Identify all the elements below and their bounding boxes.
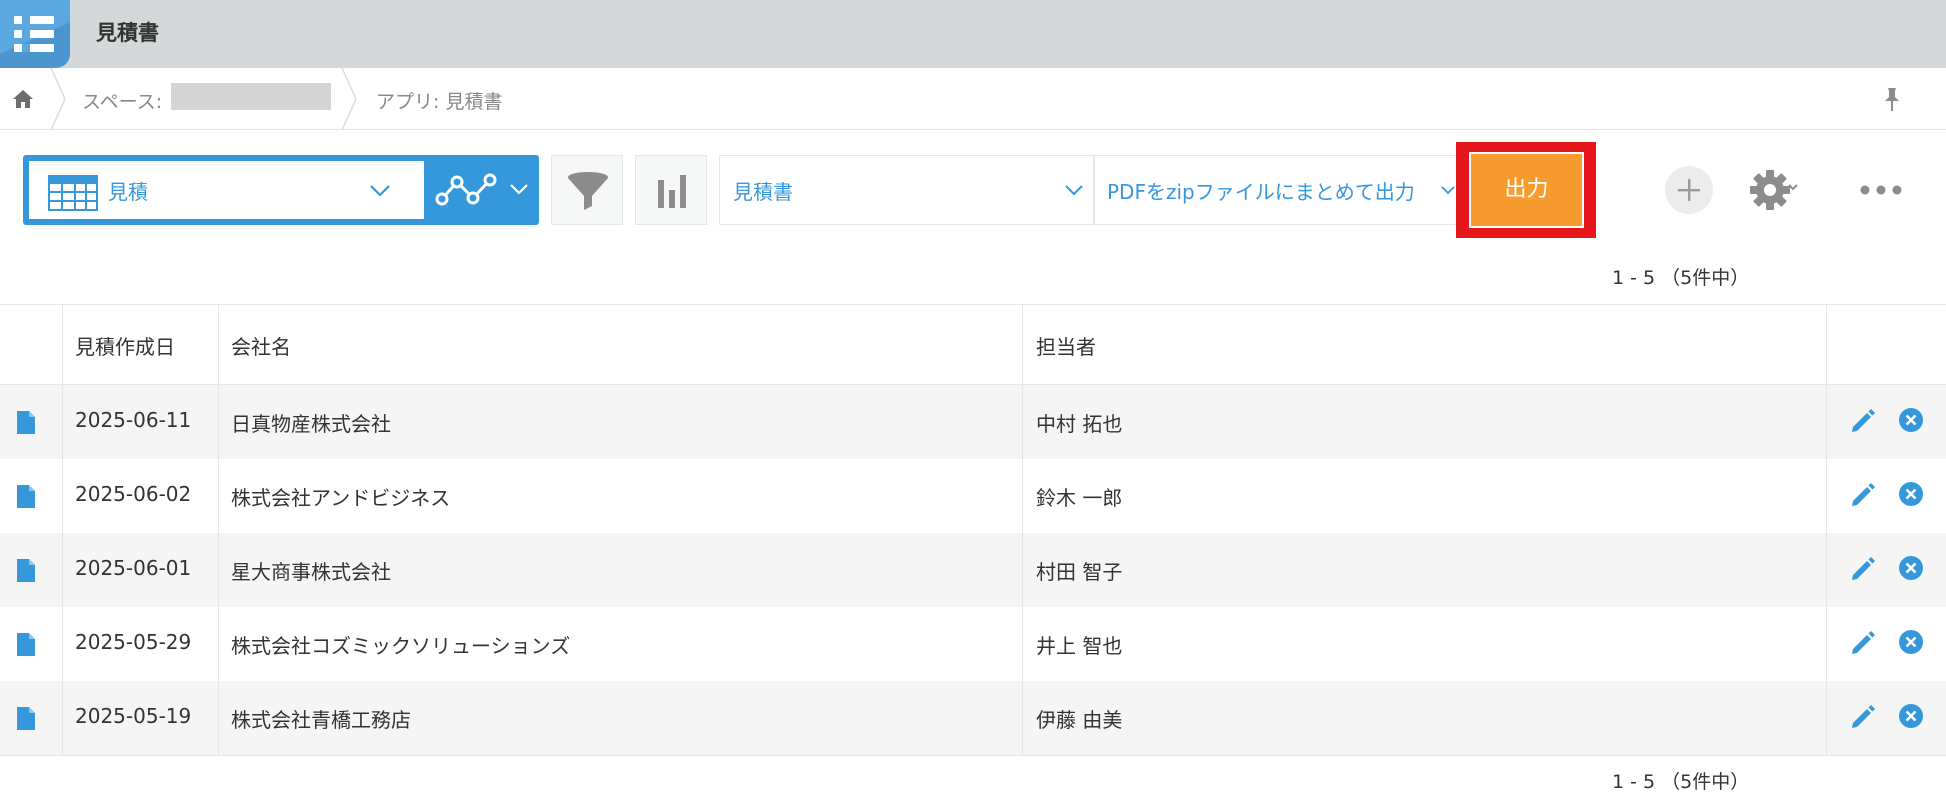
home-icon[interactable] xyxy=(12,88,34,110)
output-action-select[interactable]: PDFをzipファイルにまとめて出力 xyxy=(1094,155,1466,225)
more-icon[interactable] xyxy=(1858,178,1904,202)
cell-date: 2025-06-11 xyxy=(75,408,192,432)
table-row: 2025-05-29 株式会社コズミックソリューションズ 井上 智也 xyxy=(0,607,1946,681)
breadcrumb-separator xyxy=(50,68,66,130)
gear-icon[interactable] xyxy=(1748,168,1798,212)
table-row: 2025-06-11 日真物産株式会社 中村 拓也 xyxy=(0,385,1946,459)
cell-person: 井上 智也 xyxy=(1036,634,1123,658)
document-icon[interactable] xyxy=(17,559,35,582)
view-label: 見積 xyxy=(108,180,148,204)
column-divider xyxy=(1022,304,1023,755)
output-action-value: PDFをzipファイルにまとめて出力 xyxy=(1107,180,1415,204)
pin-icon[interactable] xyxy=(1880,86,1904,112)
cell-person: 中村 拓也 xyxy=(1036,412,1123,436)
table-row: 2025-06-01 星大商事株式会社 村田 智子 xyxy=(0,533,1946,607)
breadcrumb-separator xyxy=(341,68,357,130)
plus-icon xyxy=(1678,179,1700,201)
column-header-date[interactable]: 見積作成日 xyxy=(75,331,175,360)
filter-button[interactable] xyxy=(551,155,623,225)
chevron-down-icon xyxy=(1065,185,1083,196)
delete-icon[interactable] xyxy=(1898,629,1924,655)
graph-button[interactable] xyxy=(635,155,707,225)
edit-icon[interactable] xyxy=(1849,703,1877,731)
app-title: 見積書 xyxy=(96,21,159,45)
cell-date: 2025-05-29 xyxy=(75,630,192,654)
cell-company: 株式会社アンドビジネス xyxy=(231,486,451,510)
cell-company: 星大商事株式会社 xyxy=(231,560,391,584)
column-header-company[interactable]: 会社名 xyxy=(231,331,291,360)
edit-icon[interactable] xyxy=(1849,407,1877,435)
pager-top: 1 - 5 （5件中） xyxy=(1612,267,1750,289)
view-selector: 見積 xyxy=(23,155,539,225)
column-header-person[interactable]: 担当者 xyxy=(1036,331,1096,360)
add-record-button[interactable] xyxy=(1665,166,1713,214)
delete-icon[interactable] xyxy=(1898,481,1924,507)
cell-date: 2025-06-01 xyxy=(75,556,192,580)
pager-bottom: 1 - 5 （5件中） xyxy=(1612,771,1750,793)
edit-icon[interactable] xyxy=(1849,629,1877,657)
app-header: 見積書 xyxy=(0,0,1946,68)
delete-icon[interactable] xyxy=(1898,407,1924,433)
cell-person: 鈴木 一郎 xyxy=(1036,486,1123,510)
delete-icon[interactable] xyxy=(1898,703,1924,729)
edit-icon[interactable] xyxy=(1849,481,1877,509)
breadcrumb-app[interactable]: アプリ: 見積書 xyxy=(376,87,502,114)
cell-person: 伊藤 由美 xyxy=(1036,708,1123,732)
cell-company: 株式会社コズミックソリューションズ xyxy=(231,634,571,658)
table-header: 見積作成日 会社名 担当者 xyxy=(0,304,1946,385)
cell-date: 2025-06-02 xyxy=(75,482,192,506)
output-button[interactable]: 出力 xyxy=(1469,152,1584,228)
document-icon[interactable] xyxy=(17,411,35,434)
table-row: 2025-05-19 株式会社青橋工務店 伊藤 由美 xyxy=(0,681,1946,755)
app-list-icon[interactable] xyxy=(0,0,70,68)
breadcrumb-space-name-redacted xyxy=(171,83,331,110)
table-view-icon xyxy=(48,175,98,211)
cell-company: 株式会社青橋工務店 xyxy=(231,708,411,732)
delete-icon[interactable] xyxy=(1898,555,1924,581)
column-divider xyxy=(1826,304,1827,755)
document-icon[interactable] xyxy=(17,485,35,508)
chevron-down-icon xyxy=(370,185,390,197)
cell-company: 日真物産株式会社 xyxy=(231,412,391,436)
edit-icon[interactable] xyxy=(1849,555,1877,583)
table-bottom-border xyxy=(0,755,1946,756)
table-row: 2025-06-02 株式会社アンドビジネス 鈴木 一郎 xyxy=(0,459,1946,533)
bar-chart-icon xyxy=(658,175,686,208)
cell-person: 村田 智子 xyxy=(1036,560,1123,584)
report-select-value: 見積書 xyxy=(733,180,793,204)
cell-date: 2025-05-19 xyxy=(75,704,192,728)
breadcrumb: スペース: アプリ: 見積書 xyxy=(0,68,1946,130)
chevron-down-icon xyxy=(1441,186,1455,195)
document-icon[interactable] xyxy=(17,633,35,656)
view-dropdown[interactable]: 見積 xyxy=(29,161,424,219)
chevron-down-icon[interactable] xyxy=(509,181,529,197)
filter-icon xyxy=(568,172,608,210)
column-divider xyxy=(218,304,219,755)
column-divider xyxy=(62,304,63,755)
breadcrumb-space[interactable]: スペース: xyxy=(82,87,162,114)
report-select[interactable]: 見積書 xyxy=(719,155,1094,225)
graph-icon[interactable] xyxy=(435,171,497,209)
document-icon[interactable] xyxy=(17,707,35,730)
